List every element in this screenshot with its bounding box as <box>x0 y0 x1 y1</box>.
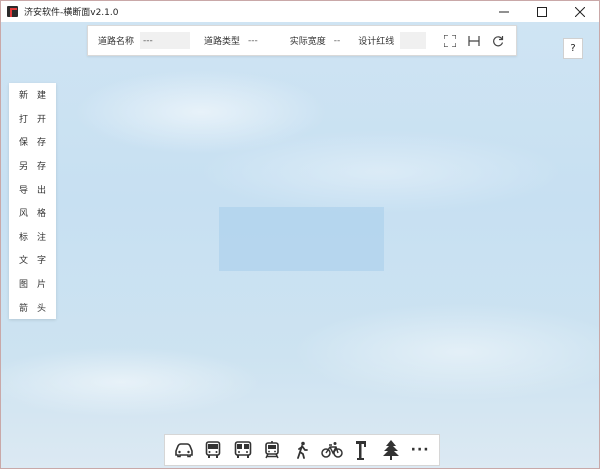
fit-width-icon[interactable] <box>466 33 482 49</box>
close-icon <box>575 6 585 17</box>
bus-icon[interactable] <box>202 439 224 461</box>
window-controls <box>485 1 599 22</box>
maximize-icon <box>537 6 547 17</box>
tree-icon[interactable] <box>380 439 402 461</box>
menu-image[interactable]: 图片 <box>9 272 56 296</box>
maximize-button[interactable] <box>523 1 561 22</box>
menu-arrow[interactable]: 箭头 <box>9 295 56 319</box>
help-label: ? <box>570 43 576 54</box>
menu-new[interactable]: 新建 <box>9 83 56 107</box>
streetlight-icon[interactable] <box>350 439 372 461</box>
refresh-icon[interactable] <box>490 33 506 49</box>
side-menu: 新建 打开 保存 另存 导出 风格 标注 文字 图片 箭头 <box>9 83 56 319</box>
minimize-button[interactable] <box>485 1 523 22</box>
bicycle-icon[interactable] <box>320 439 343 461</box>
menu-style[interactable]: 风格 <box>9 201 56 225</box>
menu-annotate[interactable]: 标注 <box>9 225 56 249</box>
element-toolbar: ··· <box>164 434 440 466</box>
app-window: 济安软件-横断面v2.1.0 道路名称 --- 道路类型 --- 实际宽度 --… <box>0 0 600 469</box>
more-label: ··· <box>410 442 430 458</box>
road-name-field[interactable]: --- <box>140 32 191 49</box>
design-redline-label: 设计红线 <box>358 37 395 47</box>
car-icon[interactable] <box>173 439 195 461</box>
actual-width-value: -- <box>333 35 341 46</box>
more-icon[interactable]: ··· <box>409 439 431 461</box>
app-logo-icon <box>7 6 18 17</box>
fullscreen-icon[interactable] <box>442 33 458 49</box>
road-type-value[interactable]: --- <box>248 36 258 46</box>
tram-icon[interactable] <box>261 439 283 461</box>
menu-text[interactable]: 文字 <box>9 248 56 272</box>
minimize-icon <box>499 11 509 12</box>
help-button[interactable]: ? <box>563 38 583 59</box>
menu-save-as[interactable]: 另存 <box>9 154 56 178</box>
cross-section-placeholder[interactable] <box>219 207 384 271</box>
design-redline-field[interactable] <box>400 32 427 49</box>
brt-icon[interactable] <box>232 439 254 461</box>
road-name-label: 道路名称 <box>98 37 135 47</box>
menu-export[interactable]: 导出 <box>9 177 56 201</box>
pedestrian-icon[interactable] <box>291 439 313 461</box>
road-info-bar: 道路名称 --- 道路类型 --- 实际宽度 -- 设计红线 <box>87 25 517 56</box>
window-title: 济安软件-横断面v2.1.0 <box>24 8 119 18</box>
menu-save[interactable]: 保存 <box>9 130 56 154</box>
road-type-label: 道路类型 <box>204 37 241 47</box>
actual-width-label: 实际宽度 <box>289 37 326 47</box>
close-button[interactable] <box>561 1 599 22</box>
title-bar: 济安软件-横断面v2.1.0 <box>1 1 599 22</box>
road-name-value: --- <box>143 35 153 46</box>
menu-open[interactable]: 打开 <box>9 107 56 131</box>
